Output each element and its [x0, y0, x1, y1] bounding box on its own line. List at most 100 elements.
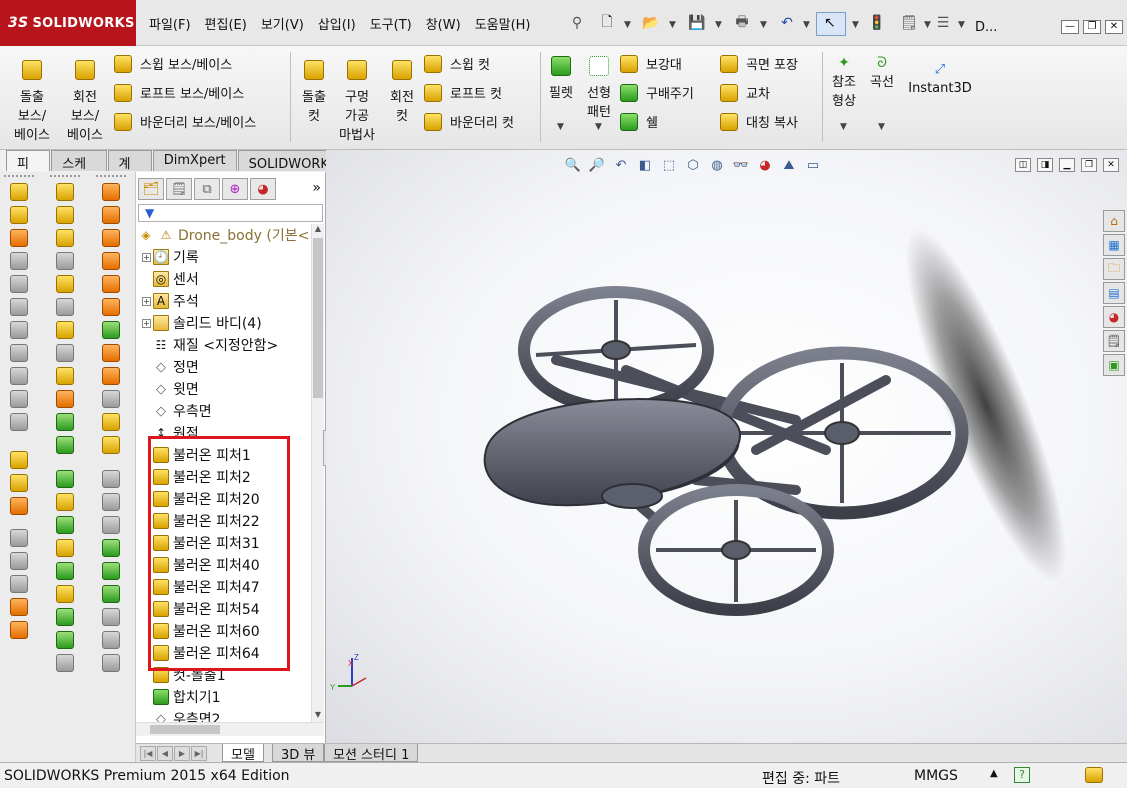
zoom-to-area-icon[interactable]: 🔎	[588, 156, 606, 174]
sheet-metal-tool-icon[interactable]	[10, 451, 28, 469]
rib-button[interactable]: 보강대	[620, 54, 682, 73]
menu-edit[interactable]: 편집(E)	[198, 14, 254, 33]
scroll-thumb[interactable]	[150, 725, 220, 734]
surface-tool-icon[interactable]	[10, 344, 28, 362]
feature-tool-icon[interactable]	[56, 390, 74, 408]
menu-tools[interactable]: 도구(T)	[363, 14, 419, 33]
shell-tool-icon[interactable]	[56, 321, 74, 339]
hide-show-items-icon[interactable]: 👓	[732, 156, 750, 174]
surface-tool-icon[interactable]	[10, 252, 28, 270]
next-tab-icon[interactable]: ▶	[174, 746, 190, 761]
fillet-dropdown-icon[interactable]: ▼	[557, 122, 564, 132]
smart-dimension-tool-icon[interactable]	[56, 206, 74, 224]
tree-node[interactable]: + 솔리드 바디(4)	[142, 312, 262, 334]
feature-tree-tab-icon[interactable]: 🗂	[138, 178, 164, 200]
minimize-icon[interactable]: —	[1061, 20, 1079, 34]
reference-tool-icon[interactable]	[56, 436, 74, 454]
tree-node[interactable]: + A 주석	[142, 290, 199, 312]
tree-node[interactable]: 합치기1	[142, 686, 221, 708]
tree-node[interactable]: 컷-돌출1	[142, 664, 226, 686]
view-palette-icon[interactable]: ▤	[1103, 282, 1125, 304]
display-manager-tab-icon[interactable]: ◕	[250, 178, 276, 200]
extrude-tool-icon[interactable]	[56, 229, 74, 247]
view-tool-icon[interactable]	[102, 654, 120, 672]
undo-dropdown-icon[interactable]: ▼	[803, 20, 810, 30]
tree-node[interactable]: 불러온 피처54	[142, 598, 260, 620]
tree-root-part[interactable]: ◈ ⚠ Drone_body (기본<	[138, 224, 309, 246]
move-tool-icon[interactable]	[56, 252, 74, 270]
surface-tool-icon[interactable]	[10, 390, 28, 408]
scroll-down-icon[interactable]: ▼	[313, 710, 323, 722]
chamfer-tool-icon[interactable]	[56, 493, 74, 511]
first-tab-icon[interactable]: |◀	[140, 746, 156, 761]
open-folder-icon[interactable]: 📂	[642, 14, 660, 32]
curve-tool-icon[interactable]	[56, 631, 74, 649]
tree-node[interactable]: ◇ 우측면	[142, 400, 212, 422]
sweep-tool-icon[interactable]	[102, 206, 120, 224]
boundary-cut-button[interactable]: 바운더리 컷	[424, 112, 514, 131]
section-view-icon[interactable]: ◧	[636, 156, 654, 174]
mold-tool-icon[interactable]	[10, 552, 28, 570]
solidworks-forum-icon[interactable]: ▣	[1103, 354, 1125, 376]
tree-filter-field[interactable]: ▼	[138, 204, 323, 222]
expand-icon[interactable]: +	[142, 318, 151, 328]
disabled-tool-icon[interactable]	[102, 470, 120, 488]
select-tool-button[interactable]: ↖	[816, 12, 846, 36]
appearances-icon[interactable]: ◕	[1103, 306, 1125, 328]
extruded-cut-button[interactable]: 돌출 컷	[294, 60, 334, 126]
tree-node[interactable]: ↕ 원점	[142, 422, 199, 444]
save-dropdown-icon[interactable]: ▼	[715, 20, 722, 30]
design-library-icon[interactable]: ▦	[1103, 234, 1125, 256]
file-properties-icon[interactable]: 🗒	[900, 14, 918, 32]
fillet-button[interactable]: 필렛	[544, 56, 578, 103]
disabled-tool-icon[interactable]	[56, 298, 74, 316]
rebuild-icon[interactable]: 🚦	[868, 14, 886, 32]
tree-node[interactable]: 불러온 피처64	[142, 642, 260, 664]
edit-appearance-icon[interactable]: ◕	[756, 156, 774, 174]
tree-node[interactable]: 불러온 피처1	[142, 444, 251, 466]
scroll-up-icon[interactable]: ▲	[313, 224, 323, 236]
prev-tab-icon[interactable]: ◀	[157, 746, 173, 761]
delete-body-tool-icon[interactable]	[102, 390, 120, 408]
reference-tool-icon[interactable]	[102, 562, 120, 580]
toolbar-grip[interactable]	[96, 175, 126, 177]
tab-dimxpert[interactable]: DimXpert	[152, 150, 237, 171]
help-icon[interactable]: ?	[1014, 767, 1030, 783]
view-tool-icon[interactable]	[102, 608, 120, 626]
tab-evaluate[interactable]: 계산	[107, 150, 152, 191]
weldment-tool-icon[interactable]	[10, 621, 28, 639]
zoom-to-fit-icon[interactable]: 🔍	[564, 156, 582, 174]
surface-tool-icon[interactable]	[10, 321, 28, 339]
menu-file[interactable]: 파일(F)	[142, 14, 198, 33]
viewport-minimize-icon[interactable]: ▁	[1059, 158, 1075, 172]
tree-node[interactable]: 불러온 피처22	[142, 510, 260, 532]
weldment-tool-icon[interactable]	[10, 598, 28, 616]
hole-wizard-button[interactable]: 구멍 가공 마법사	[336, 60, 378, 145]
unit-system-dropdown-icon[interactable]: ▲	[990, 768, 998, 779]
menu-view[interactable]: 보기(V)	[254, 14, 311, 33]
tab-sketch[interactable]: 스케치	[51, 150, 107, 191]
viewport-close-icon[interactable]: ✕	[1103, 158, 1119, 172]
body-tool-icon[interactable]	[102, 413, 120, 431]
custom-properties-icon[interactable]: 🗒	[1103, 330, 1125, 352]
undo-icon[interactable]: ↶	[778, 14, 796, 32]
fillet-tool-icon[interactable]	[56, 413, 74, 431]
fillet-tool-icon[interactable]	[56, 470, 74, 488]
boundary-tool-icon[interactable]	[102, 252, 120, 270]
previous-view-icon[interactable]: ↶	[612, 156, 630, 174]
dynamic-annotation-icon[interactable]: ⬚	[660, 156, 678, 174]
unit-system-selector[interactable]: MMGS	[914, 768, 958, 784]
mold-tool-icon[interactable]	[10, 575, 28, 593]
lofted-boss-button[interactable]: 로프트 보스/베이스	[114, 83, 244, 102]
dimxpert-manager-tab-icon[interactable]: ⊕	[222, 178, 248, 200]
toolbar-grip[interactable]	[4, 175, 34, 177]
cut-tool-icon[interactable]	[56, 275, 74, 293]
tree-node[interactable]: 불러온 피처47	[142, 576, 260, 598]
menu-help[interactable]: 도움말(H)	[468, 14, 538, 33]
revolve-tool-icon[interactable]	[102, 183, 120, 201]
surface-tool-icon[interactable]	[10, 275, 28, 293]
rib-tool-icon[interactable]	[56, 539, 74, 557]
viewport-restore-icon[interactable]: ❐	[1081, 158, 1097, 172]
pattern-tool-icon[interactable]	[56, 585, 74, 603]
draft-button[interactable]: 구배주기	[620, 83, 694, 102]
